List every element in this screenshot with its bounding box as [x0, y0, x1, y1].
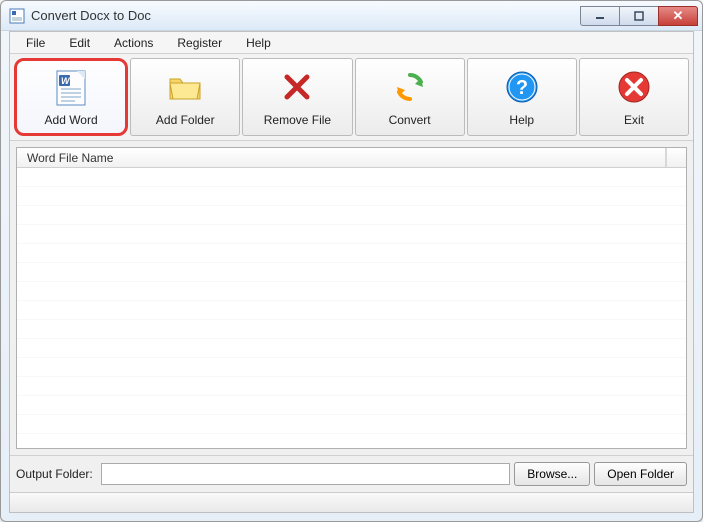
- refresh-arrows-icon: [390, 67, 430, 107]
- menu-register[interactable]: Register: [165, 34, 234, 52]
- minimize-icon: [595, 11, 605, 21]
- menu-edit[interactable]: Edit: [57, 34, 102, 52]
- folder-icon: [165, 67, 205, 107]
- question-circle-icon: ?: [502, 67, 542, 107]
- menu-file[interactable]: File: [14, 34, 57, 52]
- file-list[interactable]: Word File Name: [16, 147, 687, 449]
- app-window: Convert Docx to Doc ✕ File Edit Actions …: [0, 0, 703, 522]
- word-document-icon: W: [51, 67, 91, 107]
- menu-help[interactable]: Help: [234, 34, 283, 52]
- close-icon: ✕: [673, 8, 684, 24]
- help-label: Help: [509, 113, 534, 127]
- add-folder-label: Add Folder: [156, 113, 215, 127]
- list-body[interactable]: [17, 168, 686, 448]
- menubar: File Edit Actions Register Help: [10, 32, 693, 54]
- help-button[interactable]: ? Help: [467, 58, 577, 136]
- close-button[interactable]: ✕: [658, 6, 698, 26]
- add-word-button[interactable]: W Add Word: [14, 58, 128, 136]
- open-folder-button[interactable]: Open Folder: [594, 462, 687, 486]
- titlebar[interactable]: Convert Docx to Doc ✕: [1, 1, 702, 31]
- column-header-filename[interactable]: Word File Name: [17, 148, 666, 167]
- app-icon: [9, 8, 25, 24]
- exit-button[interactable]: Exit: [579, 58, 689, 136]
- menu-actions[interactable]: Actions: [102, 34, 165, 52]
- browse-button[interactable]: Browse...: [514, 462, 590, 486]
- maximize-icon: [634, 11, 644, 21]
- toolbar: W Add Word Add Folder Remove File: [10, 54, 693, 141]
- statusbar: [10, 492, 693, 512]
- convert-label: Convert: [389, 113, 431, 127]
- client-area: File Edit Actions Register Help W Add Wo…: [9, 31, 694, 513]
- window-title: Convert Docx to Doc: [31, 8, 581, 23]
- minimize-button[interactable]: [580, 6, 620, 26]
- output-row: Output Folder: Browse... Open Folder: [10, 455, 693, 492]
- remove-file-label: Remove File: [264, 113, 331, 127]
- output-folder-input[interactable]: [101, 463, 511, 485]
- window-controls: ✕: [581, 6, 698, 26]
- output-folder-label: Output Folder:: [16, 467, 93, 481]
- x-icon: [277, 67, 317, 107]
- svg-text:?: ?: [516, 77, 528, 99]
- maximize-button[interactable]: [619, 6, 659, 26]
- add-folder-button[interactable]: Add Folder: [130, 58, 240, 136]
- list-header[interactable]: Word File Name: [17, 148, 686, 168]
- exit-label: Exit: [624, 113, 644, 127]
- x-circle-icon: [614, 67, 654, 107]
- remove-file-button[interactable]: Remove File: [242, 58, 352, 136]
- convert-button[interactable]: Convert: [355, 58, 465, 136]
- add-word-label: Add Word: [45, 113, 98, 127]
